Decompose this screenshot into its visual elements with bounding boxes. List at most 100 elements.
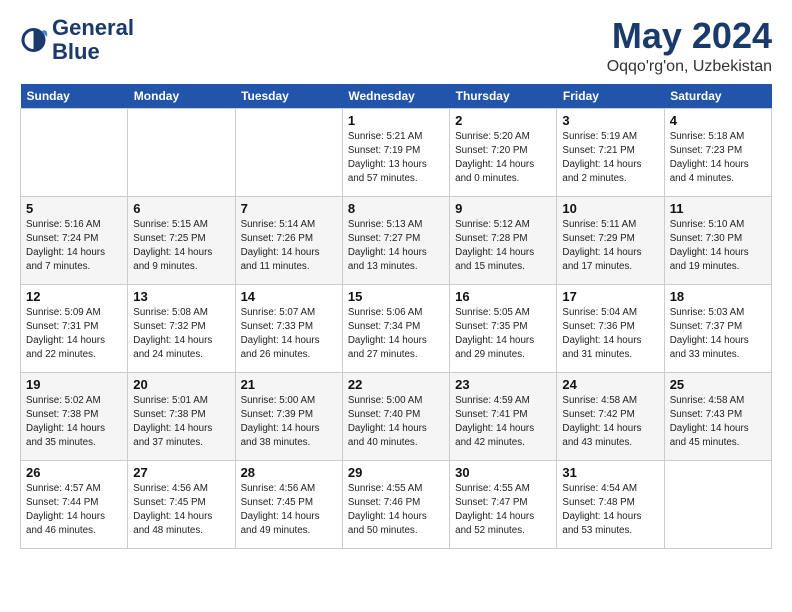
day-info-3: Sunrise: 5:19 AM Sunset: 7:21 PM Dayligh… [562,130,658,187]
day-number-9: 9 [455,201,551,216]
empty-cell [664,460,771,548]
day-cell-20: 20 Sunrise: 5:01 AM Sunset: 7:38 PM Dayli… [128,372,235,460]
day-cell-7: 7 Sunrise: 5:14 AM Sunset: 7:26 PM Daylig… [235,196,342,284]
day-number-20: 20 [133,377,229,392]
day-info-27: Sunrise: 4:56 AM Sunset: 7:45 PM Dayligh… [133,482,229,539]
day-number-17: 17 [562,289,658,304]
day-number-28: 28 [241,465,337,480]
day-cell-2: 2 Sunrise: 5:20 AM Sunset: 7:20 PM Daylig… [450,108,557,196]
day-info-19: Sunrise: 5:02 AM Sunset: 7:38 PM Dayligh… [26,394,122,451]
day-number-14: 14 [241,289,337,304]
day-cell-18: 18 Sunrise: 5:03 AM Sunset: 7:37 PM Dayli… [664,284,771,372]
day-cell-14: 14Sunrise: 5:07 AM Sunset: 7:33 PM Dayli… [235,284,342,372]
day-number-21: 21 [241,377,337,392]
day-number-25: 25 [670,377,766,392]
day-cell-5: 5Sunrise: 5:16 AM Sunset: 7:24 PM Daylig… [21,196,128,284]
day-info-30: Sunrise: 4:55 AM Sunset: 7:47 PM Dayligh… [455,482,551,539]
day-info-17: Sunrise: 5:04 AM Sunset: 7:36 PM Dayligh… [562,306,658,363]
day-number-23: 23 [455,377,551,392]
day-cell-26: 26 Sunrise: 4:57 AM Sunset: 7:44 PM Dayli… [21,460,128,548]
day-info-24: Sunrise: 4:58 AM Sunset: 7:42 PM Dayligh… [562,394,658,451]
col-friday: Friday [557,84,664,109]
day-number-12: 12 [26,289,122,304]
logo-line1: General [52,16,134,40]
day-cell-4: 4 Sunrise: 5:18 AM Sunset: 7:23 PM Daylig… [664,108,771,196]
day-number-31: 31 [562,465,658,480]
day-number-15: 15 [348,289,444,304]
day-cell-28: 28 Sunrise: 4:56 AM Sunset: 7:45 PM Dayli… [235,460,342,548]
logo-icon [20,25,50,55]
day-number-29: 29 [348,465,444,480]
day-cell-6: 6 Sunrise: 5:15 AM Sunset: 7:25 PM Daylig… [128,196,235,284]
day-info-26: Sunrise: 4:57 AM Sunset: 7:44 PM Dayligh… [26,482,122,539]
day-info-18: Sunrise: 5:03 AM Sunset: 7:37 PM Dayligh… [670,306,766,363]
day-number-6: 6 [133,201,229,216]
day-info-23: Sunrise: 4:59 AM Sunset: 7:41 PM Dayligh… [455,394,551,451]
header: General Blue May 2024 Oqqo'rg'on, Uzbeki… [20,16,772,76]
day-info-1: Sunrise: 5:21 AM Sunset: 7:19 PM Dayligh… [348,130,444,187]
day-number-27: 27 [133,465,229,480]
day-number-11: 11 [670,201,766,216]
day-cell-19: 19Sunrise: 5:02 AM Sunset: 7:38 PM Dayli… [21,372,128,460]
day-cell-31: 31Sunrise: 4:54 AM Sunset: 7:48 PM Dayli… [557,460,664,548]
day-info-21: Sunrise: 5:00 AM Sunset: 7:39 PM Dayligh… [241,394,337,451]
day-number-10: 10 [562,201,658,216]
location: Oqqo'rg'on, Uzbekistan [607,58,772,76]
day-info-6: Sunrise: 5:15 AM Sunset: 7:25 PM Dayligh… [133,218,229,275]
day-number-18: 18 [670,289,766,304]
day-info-20: Sunrise: 5:01 AM Sunset: 7:38 PM Dayligh… [133,394,229,451]
day-number-3: 3 [562,113,658,128]
day-info-22: Sunrise: 5:00 AM Sunset: 7:40 PM Dayligh… [348,394,444,451]
day-number-22: 22 [348,377,444,392]
day-cell-21: 21 Sunrise: 5:00 AM Sunset: 7:39 PM Dayli… [235,372,342,460]
empty-cell [21,108,128,196]
day-info-29: Sunrise: 4:55 AM Sunset: 7:46 PM Dayligh… [348,482,444,539]
day-cell-23: 23 Sunrise: 4:59 AM Sunset: 7:41 PM Dayli… [450,372,557,460]
day-cell-16: 16 Sunrise: 5:05 AM Sunset: 7:35 PM Dayli… [450,284,557,372]
logo-text: General Blue [52,16,134,64]
day-info-2: Sunrise: 5:20 AM Sunset: 7:20 PM Dayligh… [455,130,551,187]
day-cell-27: 27 Sunrise: 4:56 AM Sunset: 7:45 PM Dayli… [128,460,235,548]
week-row-2: 5Sunrise: 5:16 AM Sunset: 7:24 PM Daylig… [21,196,772,284]
day-number-16: 16 [455,289,551,304]
col-thursday: Thursday [450,84,557,109]
week-row-1: 1Sunrise: 5:21 AM Sunset: 7:19 PM Daylig… [21,108,772,196]
day-cell-3: 3 Sunrise: 5:19 AM Sunset: 7:21 PM Daylig… [557,108,664,196]
day-number-7: 7 [241,201,337,216]
logo: General Blue [20,16,134,64]
logo-line2: Blue [52,40,134,64]
empty-cell [235,108,342,196]
day-info-7: Sunrise: 5:14 AM Sunset: 7:26 PM Dayligh… [241,218,337,275]
col-monday: Monday [128,84,235,109]
day-info-11: Sunrise: 5:10 AM Sunset: 7:30 PM Dayligh… [670,218,766,275]
day-info-25: Sunrise: 4:58 AM Sunset: 7:43 PM Dayligh… [670,394,766,451]
day-cell-29: 29 Sunrise: 4:55 AM Sunset: 7:46 PM Dayli… [342,460,449,548]
day-cell-22: 22 Sunrise: 5:00 AM Sunset: 7:40 PM Dayli… [342,372,449,460]
day-info-12: Sunrise: 5:09 AM Sunset: 7:31 PM Dayligh… [26,306,122,363]
month-title: May 2024 [607,16,772,56]
day-number-13: 13 [133,289,229,304]
day-cell-10: 10Sunrise: 5:11 AM Sunset: 7:29 PM Dayli… [557,196,664,284]
day-cell-15: 15 Sunrise: 5:06 AM Sunset: 7:34 PM Dayli… [342,284,449,372]
day-info-9: Sunrise: 5:12 AM Sunset: 7:28 PM Dayligh… [455,218,551,275]
day-info-28: Sunrise: 4:56 AM Sunset: 7:45 PM Dayligh… [241,482,337,539]
day-info-8: Sunrise: 5:13 AM Sunset: 7:27 PM Dayligh… [348,218,444,275]
day-cell-17: 17 Sunrise: 5:04 AM Sunset: 7:36 PM Dayli… [557,284,664,372]
day-info-15: Sunrise: 5:06 AM Sunset: 7:34 PM Dayligh… [348,306,444,363]
day-info-16: Sunrise: 5:05 AM Sunset: 7:35 PM Dayligh… [455,306,551,363]
day-number-2: 2 [455,113,551,128]
day-cell-1: 1Sunrise: 5:21 AM Sunset: 7:19 PM Daylig… [342,108,449,196]
day-info-13: Sunrise: 5:08 AM Sunset: 7:32 PM Dayligh… [133,306,229,363]
page: General Blue May 2024 Oqqo'rg'on, Uzbeki… [0,0,792,559]
title-section: May 2024 Oqqo'rg'on, Uzbekistan [607,16,772,76]
day-info-4: Sunrise: 5:18 AM Sunset: 7:23 PM Dayligh… [670,130,766,187]
day-number-5: 5 [26,201,122,216]
empty-cell [128,108,235,196]
day-number-30: 30 [455,465,551,480]
day-cell-8: 8 Sunrise: 5:13 AM Sunset: 7:27 PM Daylig… [342,196,449,284]
day-number-26: 26 [26,465,122,480]
day-number-4: 4 [670,113,766,128]
col-saturday: Saturday [664,84,771,109]
col-sunday: Sunday [21,84,128,109]
day-number-8: 8 [348,201,444,216]
